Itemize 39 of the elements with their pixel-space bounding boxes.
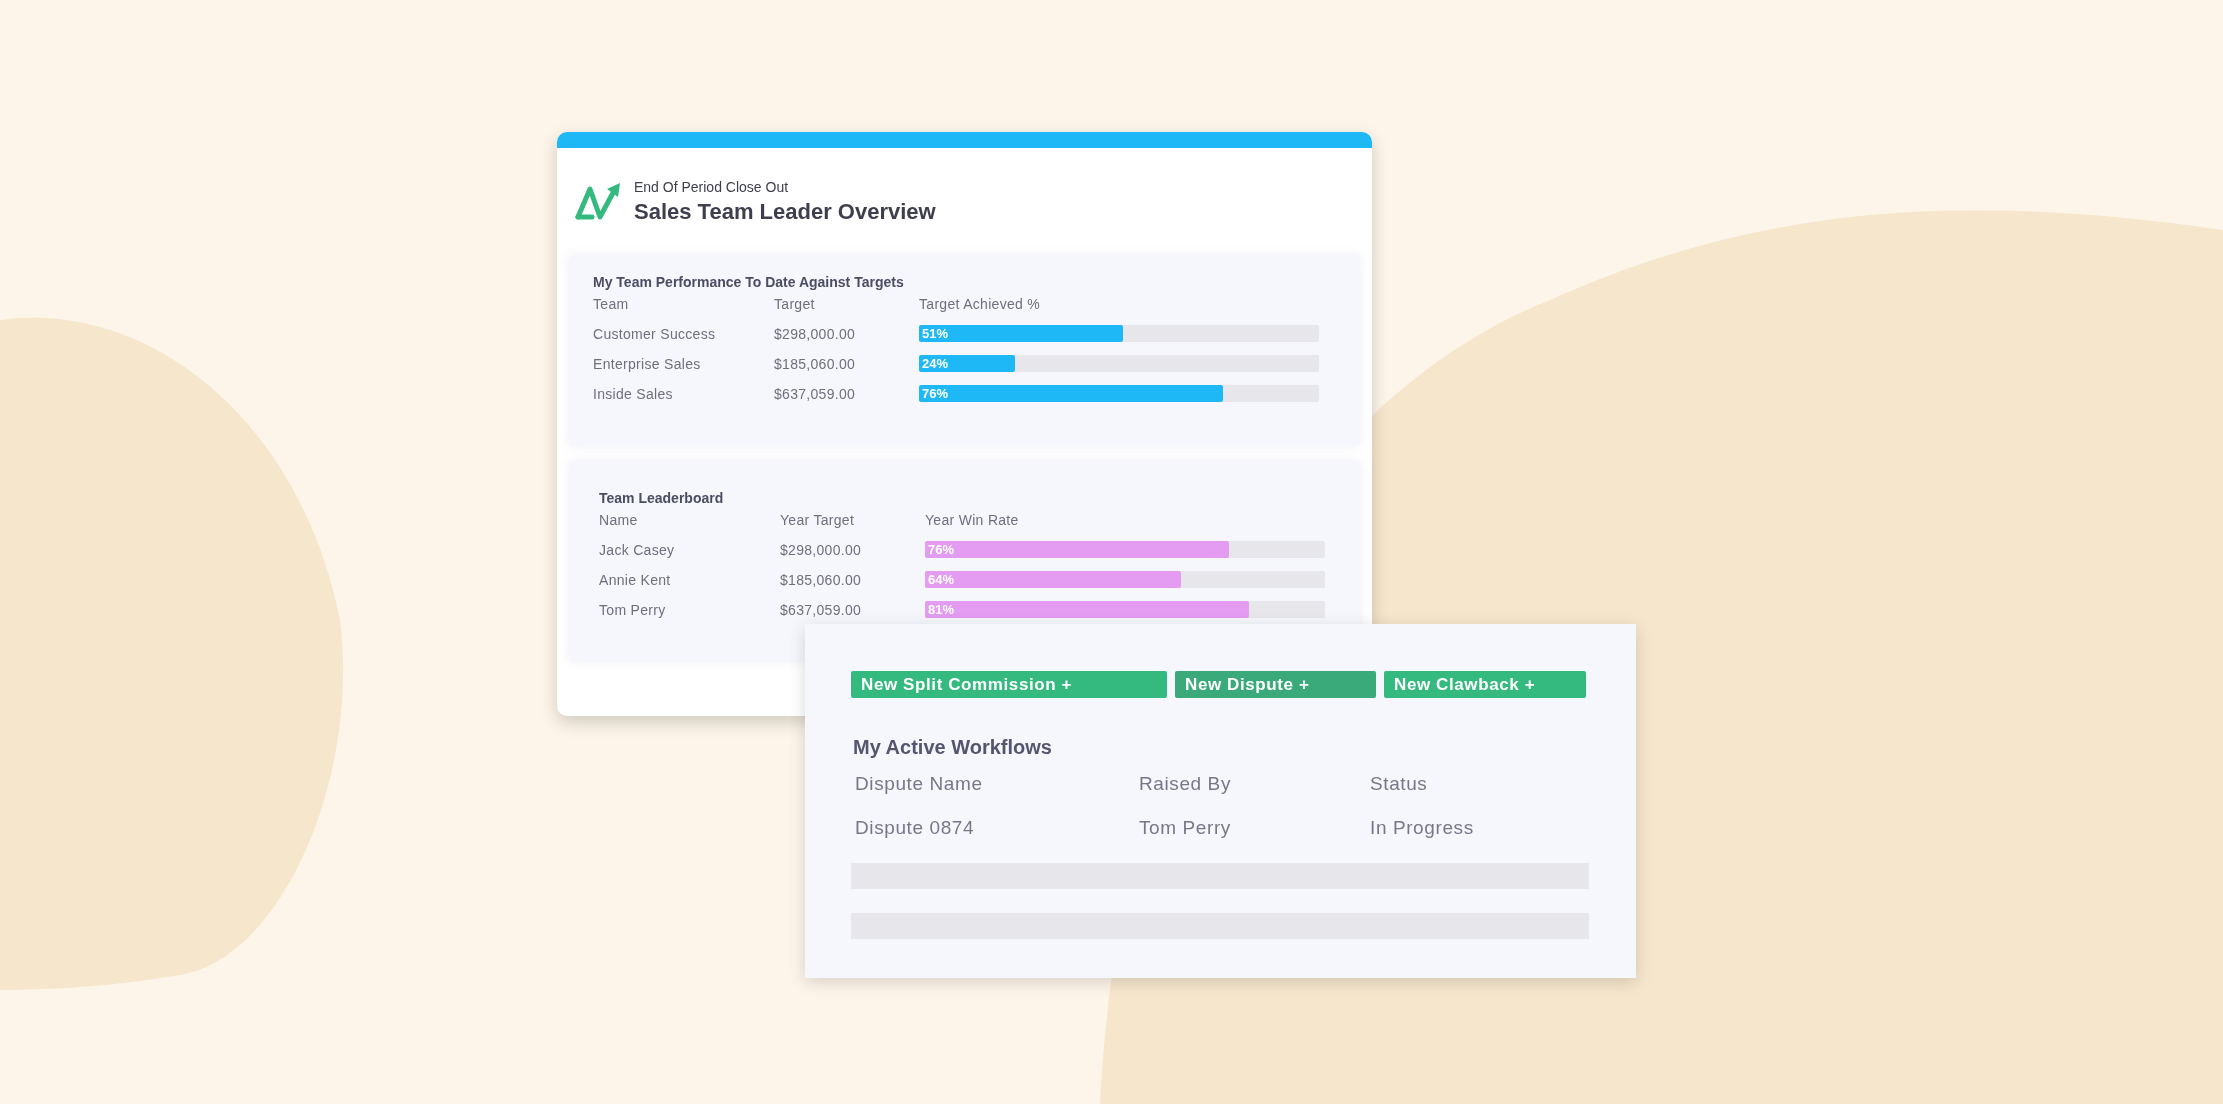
progress-fill: 81% — [925, 601, 1249, 618]
page-subtitle: End Of Period Close Out — [634, 179, 790, 195]
table-cell-text: Enterprise Sales — [593, 355, 702, 372]
table-cell-text: $298,000.00 — [774, 325, 857, 342]
column-header: Status — [1370, 773, 1429, 795]
section-title: My Active Workflows — [853, 736, 1053, 759]
progress-fill: 76% — [919, 385, 1223, 402]
create-button[interactable]: New Split Commission + — [851, 671, 1167, 698]
table-cell-text: Jack Casey — [599, 541, 676, 558]
column-header: Year Target — [780, 512, 856, 528]
progress-fill: 51% — [919, 325, 1123, 342]
column-header: Target Achieved % — [919, 296, 1042, 312]
table-cell-text: In Progress — [1370, 817, 1475, 839]
progress-fill: 76% — [925, 541, 1229, 558]
page-title: Sales Team Leader Overview — [634, 199, 936, 225]
column-header: Dispute Name — [855, 773, 984, 795]
table-cell-text: Inside Sales — [593, 385, 674, 402]
table-cell-text: $185,060.00 — [774, 355, 857, 372]
column-header: Team — [593, 296, 630, 312]
table-cell-text: $185,060.00 — [780, 571, 863, 588]
column-header: Raised By — [1139, 773, 1232, 795]
column-header: Name — [599, 512, 639, 528]
panel-title: Team Leaderboard — [599, 490, 725, 506]
table-cell-text: Customer Success — [593, 325, 717, 342]
create-button[interactable]: New Clawback + — [1384, 671, 1586, 698]
progress-fill: 64% — [925, 571, 1181, 588]
logo-icon — [574, 181, 622, 223]
column-header: Year Win Rate — [925, 512, 1020, 528]
column-header: Target — [774, 296, 816, 312]
table-cell-text: Annie Kent — [599, 571, 672, 588]
table-cell-text: $637,059.00 — [780, 601, 863, 618]
progress-fill: 24% — [919, 355, 1015, 372]
table-cell-text: $637,059.00 — [774, 385, 857, 402]
create-button[interactable]: New Dispute + — [1175, 671, 1376, 698]
table-cell-text: $298,000.00 — [780, 541, 863, 558]
table-cell-text: Tom Perry — [599, 601, 667, 618]
table-cell-text: Tom Perry — [1139, 817, 1232, 839]
table-cell-text: Dispute 0874 — [855, 817, 976, 839]
panel-title: My Team Performance To Date Against Targets — [593, 274, 905, 290]
